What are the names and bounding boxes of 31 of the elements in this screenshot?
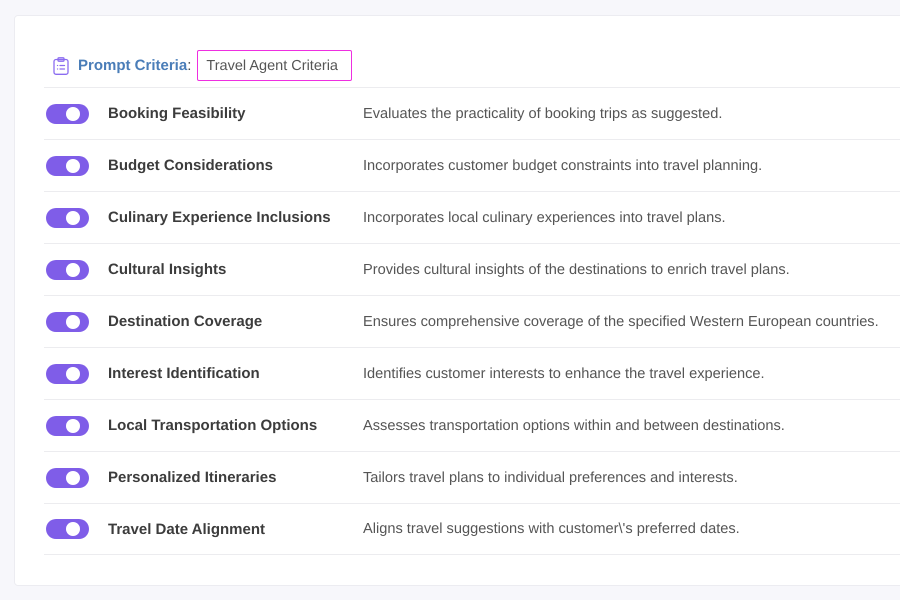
toggle-switch[interactable] — [46, 156, 89, 176]
toggle-switch[interactable] — [46, 260, 89, 280]
criterion-name: Culinary Experience Inclusions — [108, 209, 332, 226]
criterion-description: Incorporates local culinary experiences into travel plans. — [363, 210, 726, 226]
criterion-description: Aligns travel suggestions with customer\'s preferred dates. — [363, 521, 740, 537]
criterion-name: Cultural Insights — [108, 261, 228, 278]
criterion-name: Budget Considerations — [108, 157, 274, 174]
criterion-name: Travel Date Alignment — [108, 520, 266, 538]
criterion-description: Evaluates the practicality of booking trips as suggested. — [363, 106, 722, 122]
criterion-description: Incorporates customer budget constraints into travel planning. — [363, 158, 762, 174]
criterion-name: Booking Feasibility — [108, 105, 247, 122]
criterion-name: Interest Identification — [108, 365, 261, 382]
criterion-description: Identifies customer interests to enhance the travel experience. — [363, 366, 765, 382]
prompt-criteria-label: Prompt Criteria — [78, 57, 188, 74]
criterion-description: Tailors travel plans to individual preferences and interests. — [363, 470, 738, 486]
criteria-name-field[interactable]: Travel Agent Criteria — [197, 50, 352, 81]
criterion-description: Assesses transportation options within and between destinations. — [363, 418, 785, 434]
criterion-description: Ensures comprehensive coverage of the specified Western European countries. — [363, 314, 879, 330]
toggle-switch[interactable] — [46, 208, 89, 228]
criterion-description: Provides cultural insights of the destinations to enrich travel plans. — [363, 262, 790, 278]
toggle-switch[interactable] — [46, 468, 89, 488]
criterion-name: Personalized Itineraries — [108, 469, 278, 486]
toggle-switch[interactable] — [46, 519, 89, 539]
criterion-name: Destination Coverage — [108, 313, 264, 330]
toggle-switch[interactable] — [46, 104, 89, 124]
toggle-switch[interactable] — [46, 364, 89, 384]
label-colon: : — [187, 57, 192, 74]
criterion-name: Local Transportation Options — [108, 417, 318, 434]
toggle-switch[interactable] — [46, 416, 89, 436]
toggle-switch[interactable] — [46, 312, 89, 332]
clipboard-list-icon — [53, 56, 69, 74]
